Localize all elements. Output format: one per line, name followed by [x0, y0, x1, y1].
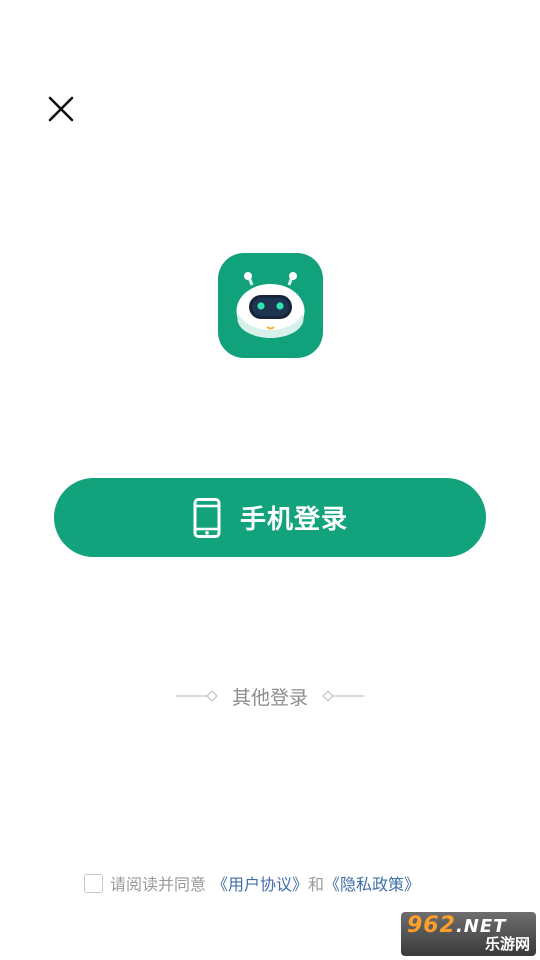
divider-right-icon	[322, 690, 364, 702]
agreement-prefix: 请阅读并同意	[110, 875, 207, 894]
robot-app-icon	[236, 272, 305, 338]
phone-login-button[interactable]: 手机登录	[54, 478, 486, 557]
other-login-section: 其他登录	[0, 680, 540, 712]
close-icon	[48, 96, 74, 122]
app-logo	[218, 253, 323, 358]
watermark-name: 乐游网	[484, 935, 530, 953]
agreement-conjunction: 和	[308, 875, 325, 894]
site-watermark: 962.NET 乐游网	[401, 912, 536, 956]
watermark-number: 962	[407, 913, 456, 938]
divider-left-icon	[175, 690, 218, 702]
phone-icon	[193, 497, 221, 538]
phone-login-label: 手机登录	[239, 504, 348, 534]
other-login-label[interactable]: 其他登录	[232, 683, 308, 710]
user-agreement-link[interactable]: 《用户协议》	[212, 871, 308, 895]
privacy-policy-link[interactable]: 《隐私政策》	[324, 871, 420, 895]
agreement-row: 请阅读并同意 《用户协议》 和 《隐私政策》	[84, 870, 420, 896]
agreement-checkbox[interactable]	[84, 873, 103, 893]
close-button[interactable]	[44, 92, 78, 126]
